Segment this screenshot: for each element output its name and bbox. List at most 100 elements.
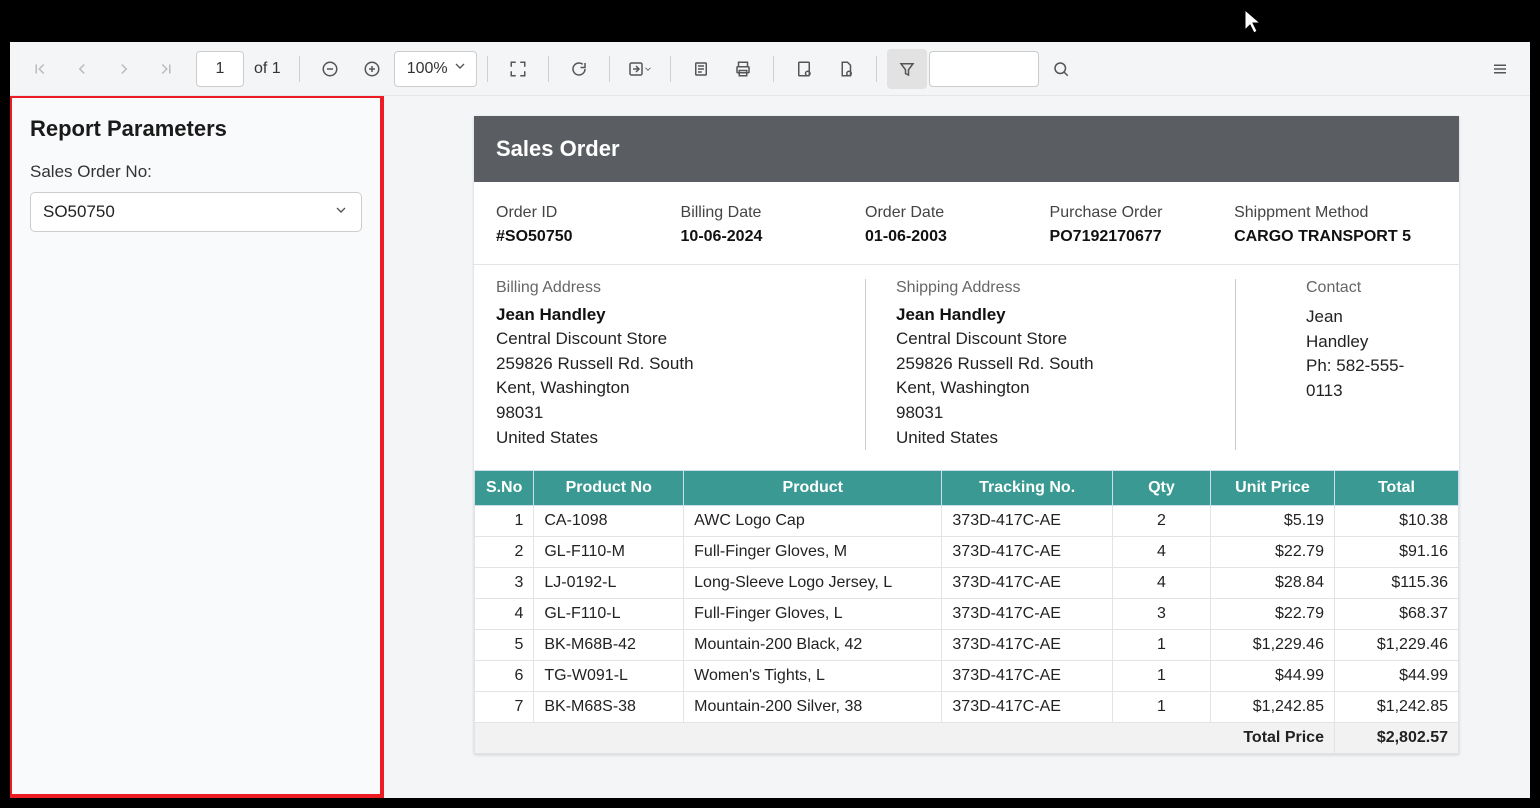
report-canvas[interactable]: Sales Order Order ID #SO50750 Billing Da… xyxy=(384,96,1530,798)
billing-line: United States xyxy=(496,426,835,451)
refresh-button[interactable] xyxy=(559,49,599,89)
zoom-out-button[interactable] xyxy=(310,49,350,89)
prev-page-button[interactable] xyxy=(62,49,102,89)
parameters-toggle-button[interactable] xyxy=(887,49,927,89)
first-page-button[interactable] xyxy=(20,49,60,89)
page-setup-button[interactable] xyxy=(784,49,824,89)
toolbar: of 1 100% xyxy=(10,42,1530,96)
order-date-value: 01-06-2003 xyxy=(865,228,1050,246)
cell-tracking: 373D-417C-AE xyxy=(942,599,1112,630)
cell-product-no: GL-F110-L xyxy=(534,599,684,630)
po-value: PO7192170677 xyxy=(1050,228,1235,246)
contact-phone: Ph: 582-555-0113 xyxy=(1306,354,1407,403)
address-row: Billing Address Jean Handley Central Dis… xyxy=(474,265,1459,470)
cell-product-no: GL-F110-M xyxy=(534,537,684,568)
cell-total: $1,242.85 xyxy=(1334,692,1458,723)
cell-tracking: 373D-417C-AE xyxy=(942,692,1112,723)
col-sno: S.No xyxy=(475,471,534,506)
separator xyxy=(876,56,877,82)
zoom-value: 100% xyxy=(407,60,448,78)
table-row: 5BK-M68B-42Mountain-200 Black, 42373D-41… xyxy=(475,630,1459,661)
table-row: 7BK-M68S-38Mountain-200 Silver, 38373D-4… xyxy=(475,692,1459,723)
cell-sno: 5 xyxy=(475,630,534,661)
po-label: Purchase Order xyxy=(1050,204,1235,222)
cell-product: Full-Finger Gloves, L xyxy=(684,599,942,630)
order-date-label: Order Date xyxy=(865,204,1050,222)
billing-address: Billing Address Jean Handley Central Dis… xyxy=(496,279,866,450)
cell-total: $44.99 xyxy=(1334,661,1458,692)
export-button[interactable] xyxy=(620,49,660,89)
cell-product-no: BK-M68B-42 xyxy=(534,630,684,661)
col-tracking: Tracking No. xyxy=(942,471,1112,506)
cell-sno: 4 xyxy=(475,599,534,630)
menu-button[interactable] xyxy=(1480,49,1520,89)
order-id-value: #SO50750 xyxy=(496,228,681,246)
chevron-down-icon xyxy=(452,58,468,79)
billing-date-label: Billing Date xyxy=(681,204,866,222)
table-row: 1CA-1098AWC Logo Cap373D-417C-AE2$5.19$1… xyxy=(475,506,1459,537)
cell-unit-price: $1,229.46 xyxy=(1211,630,1335,661)
cell-qty: 4 xyxy=(1112,568,1210,599)
total-value: $2,802.57 xyxy=(1334,723,1458,754)
export-settings-button[interactable] xyxy=(826,49,866,89)
cell-unit-price: $28.84 xyxy=(1211,568,1335,599)
shipping-line: Kent, Washington xyxy=(896,376,1205,401)
cell-total: $68.37 xyxy=(1334,599,1458,630)
chevron-down-icon xyxy=(333,202,349,223)
separator xyxy=(670,56,671,82)
separator xyxy=(487,56,488,82)
cell-total: $10.38 xyxy=(1334,506,1458,537)
page-total-label: of 1 xyxy=(254,60,281,78)
zoom-in-button[interactable] xyxy=(352,49,392,89)
cell-sno: 2 xyxy=(475,537,534,568)
table-row: 3LJ-0192-LLong-Sleeve Logo Jersey, L373D… xyxy=(475,568,1459,599)
search-button[interactable] xyxy=(1041,49,1081,89)
billing-line: 98031 xyxy=(496,401,835,426)
billing-line: Central Discount Store xyxy=(496,327,835,352)
cell-qty: 3 xyxy=(1112,599,1210,630)
col-qty: Qty xyxy=(1112,471,1210,506)
parameters-panel: Report Parameters Sales Order No: SO5075… xyxy=(10,96,384,798)
report-viewer-app: of 1 100% Report Parameters Sales Order … xyxy=(8,40,1532,800)
cell-qty: 2 xyxy=(1112,506,1210,537)
cell-product-no: LJ-0192-L xyxy=(534,568,684,599)
fit-page-button[interactable] xyxy=(498,49,538,89)
order-id-label: Order ID xyxy=(496,204,681,222)
shipping-line: 98031 xyxy=(896,401,1205,426)
cell-sno: 6 xyxy=(475,661,534,692)
contact-label: Contact xyxy=(1306,279,1407,297)
last-page-button[interactable] xyxy=(146,49,186,89)
total-label: Total Price xyxy=(475,723,1335,754)
print-button[interactable] xyxy=(723,49,763,89)
cell-unit-price: $22.79 xyxy=(1211,599,1335,630)
page-number-input[interactable] xyxy=(196,51,244,87)
cell-total: $1,229.46 xyxy=(1334,630,1458,661)
ship-method-value: CARGO TRANSPORT 5 xyxy=(1234,228,1437,246)
shipping-line: Central Discount Store xyxy=(896,327,1205,352)
zoom-select[interactable]: 100% xyxy=(394,51,477,87)
separator xyxy=(299,56,300,82)
shipping-address: Shipping Address Jean Handley Central Di… xyxy=(866,279,1236,450)
separator xyxy=(609,56,610,82)
separator xyxy=(773,56,774,82)
order-meta-row: Order ID #SO50750 Billing Date 10-06-202… xyxy=(474,182,1459,265)
cell-sno: 7 xyxy=(475,692,534,723)
next-page-button[interactable] xyxy=(104,49,144,89)
report-document: Sales Order Order ID #SO50750 Billing Da… xyxy=(474,116,1459,754)
shipping-address-label: Shipping Address xyxy=(896,279,1205,297)
cell-unit-price: $22.79 xyxy=(1211,537,1335,568)
cell-tracking: 373D-417C-AE xyxy=(942,630,1112,661)
contact-name: Jean Handley xyxy=(1306,305,1407,354)
total-row: Total Price $2,802.57 xyxy=(475,723,1459,754)
shipping-line: 259826 Russell Rd. South xyxy=(896,352,1205,377)
cell-tracking: 373D-417C-AE xyxy=(942,661,1112,692)
billing-name: Jean Handley xyxy=(496,305,835,325)
contact-info: Contact Jean Handley Ph: 582-555-0113 xyxy=(1236,279,1437,450)
print-layout-button[interactable] xyxy=(681,49,721,89)
cell-unit-price: $5.19 xyxy=(1211,506,1335,537)
cell-tracking: 373D-417C-AE xyxy=(942,568,1112,599)
cell-product: Mountain-200 Silver, 38 xyxy=(684,692,942,723)
search-input[interactable] xyxy=(929,51,1039,87)
sales-order-select[interactable]: SO50750 xyxy=(30,192,362,232)
param-label: Sales Order No: xyxy=(30,162,362,182)
